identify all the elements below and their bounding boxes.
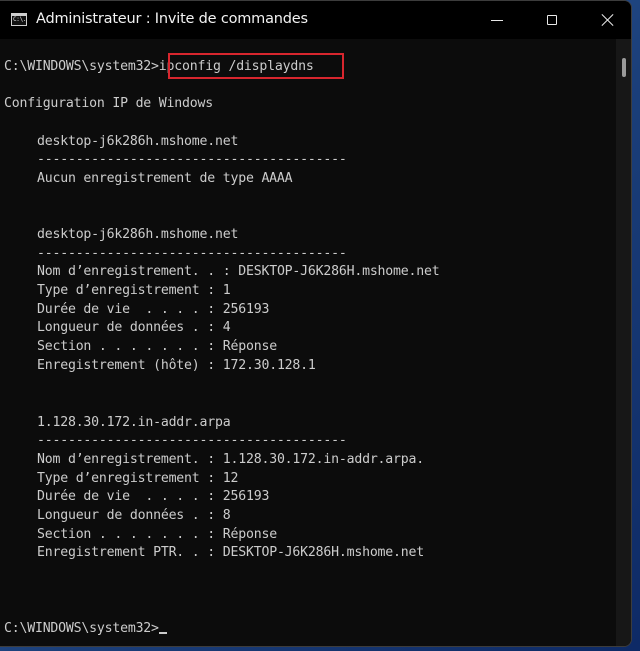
console-output[interactable]: C:\WINDOWS\system32>ipconfig /displaydns… xyxy=(0,39,616,646)
text-cursor xyxy=(158,632,167,634)
vertical-scrollbar[interactable] xyxy=(616,39,631,646)
close-icon xyxy=(601,14,613,26)
record-field: Nom d’enregistrement. . : DESKTOP-J6K286… xyxy=(37,264,440,279)
window-title: Administrateur : Invite de commandes xyxy=(36,11,308,27)
record-field: Type d’enregistrement : 1 xyxy=(37,283,231,298)
record-field: Section . . . . . . . : Réponse xyxy=(37,527,277,542)
record-field: Type d’enregistrement : 12 xyxy=(37,471,239,486)
record-field: Enregistrement PTR. . : DESKTOP-J6K286H.… xyxy=(37,545,424,560)
record-field: Longueur de données . : 4 xyxy=(37,320,231,335)
final-prompt-line[interactable]: C:\WINDOWS\system32> xyxy=(4,620,167,638)
separator: ---------------------------------------- xyxy=(37,246,347,261)
section-message: Aucun enregistrement de type AAAA xyxy=(37,171,293,186)
maximize-button[interactable] xyxy=(529,1,575,39)
separator: ---------------------------------------- xyxy=(37,152,347,167)
maximize-icon xyxy=(547,15,557,25)
title-bar[interactable]: C:\. Administrateur : Invite de commande… xyxy=(0,1,631,39)
minimize-button[interactable] xyxy=(474,1,520,39)
record-field: Durée de vie . . . . : 256193 xyxy=(37,489,270,504)
cmd-window: C:\. Administrateur : Invite de commande… xyxy=(0,0,632,647)
separator: ---------------------------------------- xyxy=(37,433,347,448)
scrollbar-thumb[interactable] xyxy=(622,58,626,77)
prompt: C:\WINDOWS\system32> xyxy=(4,621,159,636)
section-name: 1.128.30.172.in-addr.arpa xyxy=(37,415,231,430)
cmd-app-icon[interactable]: C:\. xyxy=(11,13,27,26)
record-field: Longueur de données . : 8 xyxy=(37,508,231,523)
section-name: desktop-j6k286h.mshome.net xyxy=(37,134,239,149)
record-field: Enregistrement (hôte) : 172.30.128.1 xyxy=(37,358,316,373)
minimize-icon xyxy=(491,19,503,21)
record-field: Section . . . . . . . : Réponse xyxy=(37,339,277,354)
close-button[interactable] xyxy=(584,1,630,39)
output-header: Configuration IP de Windows xyxy=(4,96,213,111)
record-field: Nom d’enregistrement. : 1.128.30.172.in-… xyxy=(37,452,424,467)
section-name: desktop-j6k286h.mshome.net xyxy=(37,227,239,242)
record-field: Durée de vie . . . . : 256193 xyxy=(37,302,270,317)
prompt: C:\WINDOWS\system32> xyxy=(4,59,159,74)
command-highlight-box xyxy=(168,53,344,79)
